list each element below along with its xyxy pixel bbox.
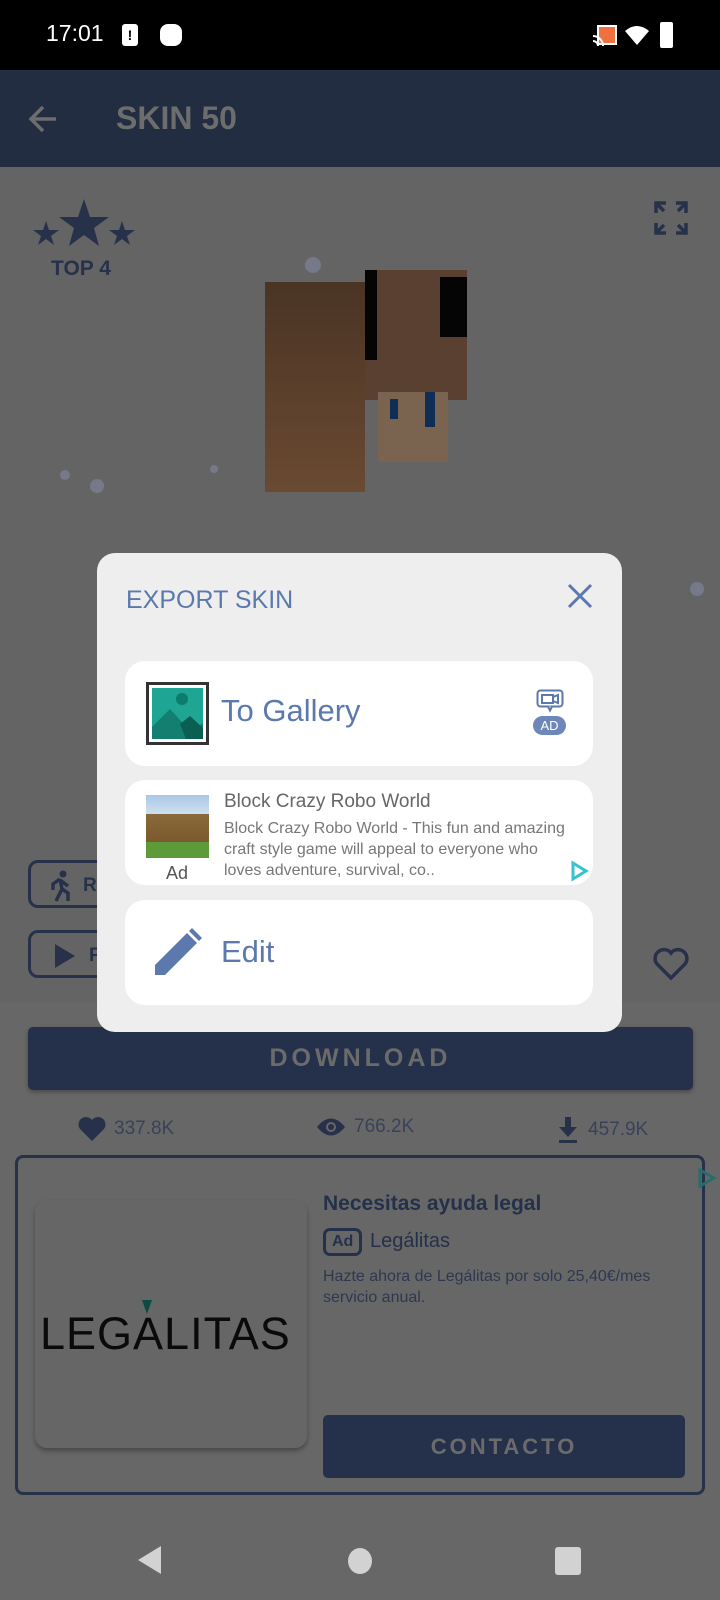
- wifi-icon: [625, 26, 649, 45]
- ad-badge: AD: [533, 716, 566, 735]
- gallery-image-icon: [146, 682, 209, 745]
- back-arrow-icon[interactable]: [28, 104, 60, 134]
- native-ad-description: Block Crazy Robo World - This fun and am…: [224, 820, 565, 879]
- nav-recents-icon[interactable]: [555, 1547, 581, 1575]
- download-icon: [559, 1117, 577, 1143]
- app-bar: SKIN 50: [0, 70, 720, 167]
- stars-icon: [33, 199, 135, 246]
- sim-alert-icon: !: [122, 24, 138, 46]
- to-gallery-button[interactable]: To Gallery AD: [125, 661, 593, 766]
- page-title: SKIN 50: [116, 100, 237, 136]
- favorite-heart-icon[interactable]: [653, 947, 689, 981]
- export-skin-dialog: EXPORT SKIN To Gallery AD Ad Block Crazy…: [97, 553, 622, 1032]
- ad-image[interactable]: LEGALITAS: [35, 1200, 307, 1448]
- cast-icon: [592, 25, 617, 47]
- run-pose-button[interactable]: R: [28, 860, 108, 908]
- nav-home-icon[interactable]: [348, 1548, 372, 1574]
- ad-advertiser: Legálitas: [370, 1230, 451, 1252]
- status-bar: 17:01 !: [0, 0, 720, 70]
- run-icon: [51, 870, 70, 902]
- battery-icon: [660, 22, 673, 48]
- download-button[interactable]: DOWNLOAD: [28, 1027, 693, 1090]
- edit-button[interactable]: Edit: [125, 900, 593, 1005]
- ad-description: Hazte ahora de Legálitas por solo 25,40€…: [323, 1268, 651, 1306]
- nav-back-icon[interactable]: [137, 1545, 163, 1575]
- adchoices-icon[interactable]: [696, 1167, 718, 1189]
- contact-button[interactable]: CONTACTO: [323, 1415, 685, 1478]
- close-icon[interactable]: [567, 583, 593, 609]
- likes-stat: 337.8K: [78, 1116, 174, 1142]
- downloads-count: 457.9K: [588, 1119, 649, 1140]
- adchoices-icon[interactable]: [568, 860, 590, 882]
- fullscreen-icon[interactable]: [654, 201, 688, 235]
- play-animation-button[interactable]: P: [28, 930, 108, 978]
- video-ad-icon: [536, 689, 564, 713]
- logo-accent-icon: [142, 1300, 152, 1314]
- notification-icon: [160, 24, 182, 46]
- dialog-title: EXPORT SKIN: [126, 586, 294, 614]
- heart-icon: [78, 1117, 106, 1141]
- downloads-stat: 457.9K: [556, 1116, 648, 1144]
- edit-label: Edit: [221, 934, 275, 969]
- status-time: 17:01: [46, 20, 104, 46]
- rank-label: TOP 4: [51, 257, 111, 280]
- ad-badge: Ad: [323, 1228, 363, 1256]
- eye-icon: [317, 1118, 345, 1136]
- ad-game-thumbnail: [146, 795, 209, 858]
- legalitas-logo: LEGALITAS: [40, 1308, 291, 1359]
- to-gallery-label: To Gallery: [221, 693, 361, 728]
- ad-label: Ad: [166, 863, 189, 883]
- likes-count: 337.8K: [114, 1118, 175, 1139]
- pencil-icon: [155, 928, 202, 975]
- native-ad[interactable]: Ad Block Crazy Robo World Block Crazy Ro…: [125, 780, 593, 885]
- views-stat: 766.2K: [316, 1116, 414, 1138]
- native-ad-title: Block Crazy Robo World: [224, 791, 431, 812]
- banner-ad[interactable]: LEGALITAS Necesitas ayuda legal Ad Legál…: [15, 1155, 705, 1495]
- ad-title: Necesitas ayuda legal: [323, 1192, 542, 1215]
- views-count: 766.2K: [354, 1116, 415, 1137]
- play-icon: [55, 944, 75, 968]
